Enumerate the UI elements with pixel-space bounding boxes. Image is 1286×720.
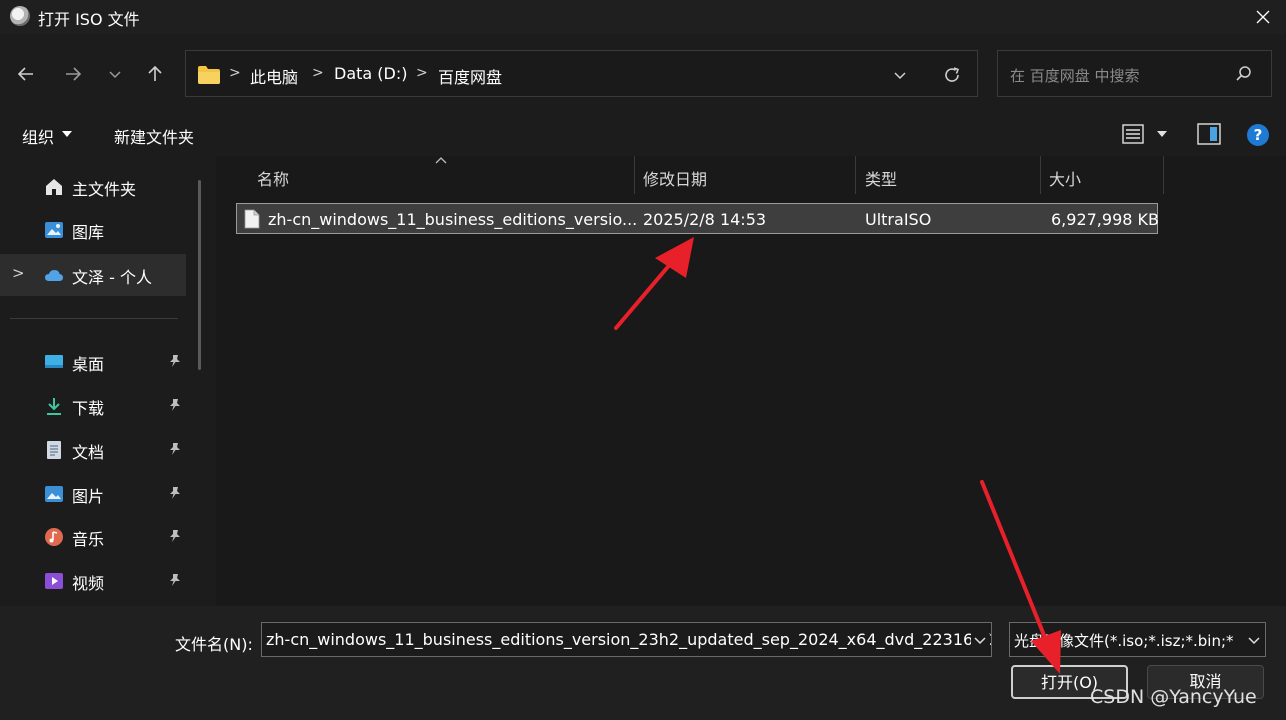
breadcrumb-baidu-netdisk[interactable]: 百度网盘 — [438, 64, 502, 88]
watermark: CSDN @YancyYue — [1090, 686, 1257, 708]
sidebar-item-music[interactable]: 音乐 — [0, 517, 186, 557]
close-icon — [1256, 10, 1270, 24]
column-header-name[interactable]: 名称 — [257, 166, 289, 190]
title-bar — [0, 0, 1286, 34]
preview-pane-icon[interactable] — [1197, 123, 1221, 145]
filetype-value: 光盘映像文件(*.iso;*.isz;*.bin;* — [1014, 632, 1234, 650]
column-divider[interactable] — [634, 156, 635, 194]
pin-icon[interactable] — [168, 486, 182, 500]
music-icon — [45, 528, 63, 546]
pin-icon[interactable] — [168, 573, 182, 587]
sidebar-item-label: 桌面 — [72, 355, 105, 374]
desktop-icon — [45, 355, 63, 368]
search-icon — [1236, 66, 1251, 81]
sidebar-item-desktop[interactable]: 桌面 — [0, 342, 186, 382]
new-folder-button[interactable]: 新建文件夹 — [114, 124, 194, 148]
search-box[interactable]: 在 百度网盘 中搜索 — [997, 50, 1272, 97]
sidebar-item-videos[interactable]: 视频 — [0, 561, 186, 601]
column-divider[interactable] — [1040, 156, 1041, 194]
chevron-down-icon — [109, 71, 121, 79]
arrow-up-icon — [148, 65, 162, 81]
video-icon — [45, 573, 63, 589]
chevron-down-icon[interactable] — [1245, 631, 1263, 649]
sidebar-item-label: 图库 — [72, 223, 105, 242]
file-name: zh-cn_windows_11_business_editions_versi… — [268, 210, 638, 229]
sidebar-item-label: 主文件夹 — [72, 180, 137, 199]
sort-ascending-icon — [435, 157, 447, 164]
sidebar-item-downloads[interactable]: 下载 — [0, 386, 186, 426]
column-header-type[interactable]: 类型 — [865, 166, 897, 190]
file-modified: 2025/2/8 14:53 — [643, 210, 767, 229]
breadcrumb-data-drive[interactable]: Data (D:) — [334, 64, 407, 83]
column-divider[interactable] — [1163, 156, 1164, 194]
view-options-icon[interactable] — [1122, 124, 1144, 144]
home-icon — [46, 179, 62, 195]
sidebar-item-label: 文档 — [72, 443, 105, 462]
column-header-modified[interactable]: 修改日期 — [643, 166, 707, 190]
address-bar[interactable]: > 此电脑 > Data (D:) > 百度网盘 — [185, 50, 978, 97]
sidebar-item-label: 下载 — [72, 399, 105, 418]
filename-value: zh-cn_windows_11_business_editions_versi… — [266, 630, 992, 649]
sidebar-item-documents[interactable]: 文档 — [0, 430, 186, 470]
sidebar-item-onedrive[interactable]: > 文泽 - 个人 — [0, 254, 186, 296]
download-icon — [47, 398, 61, 415]
filetype-select[interactable]: 光盘映像文件(*.iso;*.isz;*.bin;* — [1009, 622, 1266, 657]
up-button[interactable] — [139, 58, 171, 90]
gallery-icon — [45, 222, 63, 238]
search-placeholder: 在 百度网盘 中搜索 — [1010, 67, 1140, 85]
pictures-icon — [45, 486, 63, 502]
document-icon — [47, 441, 61, 459]
address-history-chevron-icon[interactable] — [892, 67, 908, 83]
sidebar-item-label: 图片 — [72, 487, 105, 506]
close-button[interactable] — [1240, 0, 1286, 34]
sidebar-item-label: 音乐 — [72, 530, 105, 549]
breadcrumb-separator: > — [229, 65, 241, 81]
organize-dropdown-icon — [62, 131, 72, 137]
sidebar-item-home[interactable]: 主文件夹 — [0, 167, 186, 207]
column-divider[interactable] — [855, 156, 856, 194]
pin-icon[interactable] — [168, 354, 182, 368]
sidebar-item-gallery[interactable]: 图库 — [0, 210, 186, 250]
navigation-pane: 主文件夹 图库 > 文泽 - 个人 桌面 下载 文档 图片 音乐 视频 — [0, 158, 200, 606]
pin-icon[interactable] — [168, 442, 182, 456]
pin-icon[interactable] — [168, 529, 182, 543]
window-title: 打开 ISO 文件 — [38, 10, 140, 29]
breadcrumb-separator: > — [312, 65, 324, 81]
onedrive-cloud-icon — [45, 270, 63, 281]
app-icon — [10, 6, 30, 26]
view-dropdown-icon[interactable] — [1157, 130, 1167, 138]
breadcrumb-separator: > — [416, 65, 428, 81]
refresh-icon[interactable] — [942, 65, 962, 85]
column-header-size[interactable]: 大小 — [1049, 166, 1081, 190]
filename-label: 文件名(N): — [175, 635, 253, 654]
sidebar-divider — [10, 318, 178, 319]
filename-input[interactable]: zh-cn_windows_11_business_editions_versi… — [261, 622, 992, 657]
sidebar-item-label: 视频 — [72, 574, 105, 593]
file-size: 6,927,998 KB — [1051, 210, 1159, 229]
help-icon[interactable]: ? — [1247, 124, 1269, 146]
organize-menu[interactable]: 组织 — [22, 124, 54, 148]
recent-locations-button[interactable] — [99, 58, 131, 90]
pin-icon[interactable] — [168, 398, 182, 412]
arrow-left-icon — [17, 67, 33, 81]
expand-chevron-icon[interactable]: > — [12, 264, 25, 282]
chevron-down-icon[interactable] — [971, 631, 989, 649]
arrow-right-icon — [66, 67, 82, 81]
sidebar-item-pictures[interactable]: 图片 — [0, 474, 186, 514]
back-button[interactable] — [10, 58, 42, 90]
forward-button[interactable] — [57, 58, 89, 90]
table-row[interactable]: zh-cn_windows_11_business_editions_versi… — [236, 203, 1159, 234]
folder-icon — [198, 66, 220, 84]
breadcrumb-this-pc[interactable]: 此电脑 — [250, 64, 298, 88]
file-type: UltraISO — [865, 210, 932, 229]
file-icon — [244, 209, 260, 229]
sidebar-scrollbar[interactable] — [198, 180, 201, 370]
sidebar-item-label: 文泽 - 个人 — [72, 268, 152, 287]
